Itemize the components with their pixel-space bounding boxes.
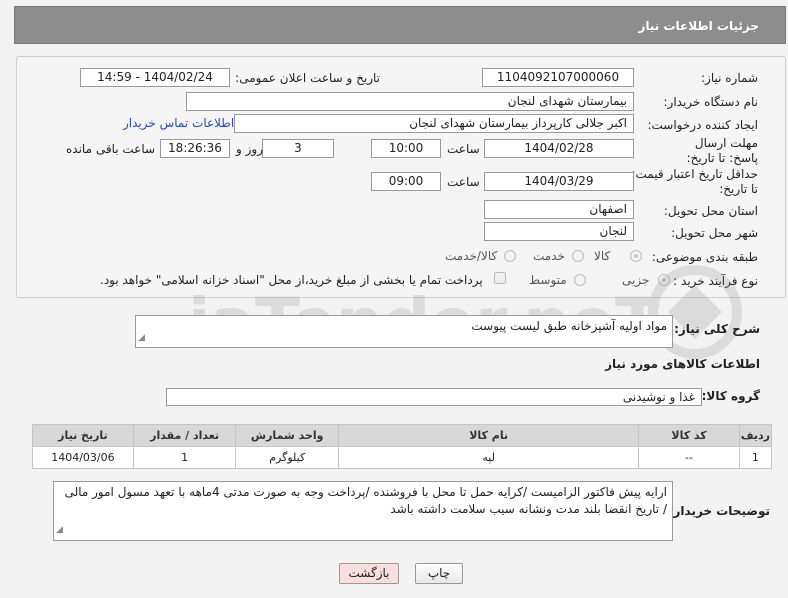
- days-field[interactable]: 3: [262, 139, 334, 158]
- remaining-time-field[interactable]: 18:26:36: [160, 139, 230, 158]
- category-service-label: خدمت: [533, 249, 565, 263]
- need-number-label: شماره نیاز:: [701, 71, 758, 85]
- col-row-header: ردیف: [738, 424, 773, 447]
- goods-group-field[interactable]: غذا و نوشیدنی: [166, 388, 702, 406]
- min-price-date-field[interactable]: 1404/03/29: [484, 172, 634, 191]
- treasury-payment-note: پرداخت تمام یا بخشی از مبلغ خرید،از محل …: [100, 273, 483, 287]
- min-price-time-label: ساعت: [447, 175, 480, 189]
- description-field[interactable]: مواد اولیه آشپزخانه طبق لیست پیوست ◢: [135, 315, 673, 348]
- goods-name-cell: لپه: [338, 446, 640, 469]
- need-date-cell: 1404/03/06: [32, 446, 134, 469]
- buyer-notes-text: ارایه پیش فاکتور الزامیست /کرایه حمل تا …: [64, 485, 667, 516]
- process-label: نوع فرآیند خرید :: [673, 274, 758, 288]
- category-both-radio[interactable]: [504, 250, 516, 262]
- quantity-cell: 1: [132, 446, 237, 469]
- province-field[interactable]: اصفهان: [484, 200, 634, 219]
- remaining-label: ساعت باقی مانده: [66, 142, 156, 156]
- goods-table-header: ردیف کد کالا نام کالا واحد شمارش تعداد /…: [32, 424, 773, 447]
- need-number-field[interactable]: 1104092107000060: [482, 68, 634, 87]
- city-field[interactable]: لنجان: [484, 222, 634, 241]
- goods-table: ردیف کد کالا نام کالا واحد شمارش تعداد /…: [32, 424, 773, 469]
- description-label: شرح کلی نیاز:: [674, 322, 760, 336]
- category-service-radio[interactable]: [572, 250, 584, 262]
- description-text: مواد اولیه آشپزخانه طبق لیست پیوست: [471, 319, 667, 333]
- goods-group-label: گروه کالا:: [701, 389, 760, 403]
- resize-grip-icon[interactable]: ◢: [56, 522, 63, 539]
- creator-label: ایجاد کننده درخواست:: [647, 118, 758, 132]
- buyer-notes-field[interactable]: ارایه پیش فاکتور الزامیست /کرایه حمل تا …: [53, 481, 673, 541]
- col-qty-header: تعداد / مقدار: [132, 424, 237, 447]
- resize-grip-icon[interactable]: ◢: [138, 330, 145, 346]
- deadline-date-field[interactable]: 1404/02/28: [484, 139, 634, 158]
- col-code-header: کد کالا: [638, 424, 740, 447]
- announce-label: تاریخ و ساعت اعلان عمومی:: [235, 71, 380, 85]
- buyer-field[interactable]: بیمارستان شهدای لنجان: [186, 92, 634, 111]
- creator-field[interactable]: اکبر جلالی کارپرداز بیمارستان شهدای لنجا…: [234, 114, 634, 133]
- process-medium-label: متوسط: [529, 273, 567, 287]
- min-price-label: حداقل تاریخ اعتبار قیمت: تا تاریخ:: [631, 167, 758, 196]
- print-button[interactable]: چاپ: [415, 563, 463, 584]
- col-date-header: تاریخ نیاز: [32, 424, 134, 447]
- city-label: شهر محل تحویل:: [671, 226, 758, 240]
- province-label: استان محل تحویل:: [663, 204, 758, 218]
- buyer-contact-link[interactable]: اطلاعات تماس خریدار: [123, 116, 234, 130]
- goods-section-heading: اطلاعات کالاهای مورد نیاز: [605, 357, 760, 371]
- treasury-payment-checkbox[interactable]: [494, 272, 506, 284]
- deadline-label: مهلت ارسال پاسخ: تا تاریخ:: [686, 136, 758, 165]
- page-title: جزئیات اطلاعات نیاز: [14, 6, 786, 44]
- process-medium-radio[interactable]: [574, 274, 586, 286]
- goods-code-cell: --: [638, 446, 740, 469]
- deadline-time-field[interactable]: 10:00: [371, 139, 441, 158]
- category-goods-radio[interactable]: [630, 250, 642, 262]
- unit-cell: کیلوگرم: [235, 446, 340, 469]
- process-partial-radio[interactable]: [658, 274, 670, 286]
- announce-datetime-field[interactable]: 1404/02/24 - 14:59: [80, 68, 230, 87]
- min-price-time-field[interactable]: 09:00: [371, 172, 441, 191]
- col-unit-header: واحد شمارش: [235, 424, 340, 447]
- category-label: طبقه بندی موضوعی:: [651, 250, 758, 264]
- back-button[interactable]: بازگشت: [339, 563, 399, 584]
- category-goods-label: کالا: [594, 249, 611, 263]
- row-number-cell: 1: [738, 446, 773, 469]
- table-row[interactable]: 1 -- لپه کیلوگرم 1 1404/03/06: [32, 446, 773, 469]
- deadline-time-label: ساعت: [447, 142, 480, 156]
- days-label: روز و: [236, 142, 263, 156]
- buyer-label: نام دستگاه خریدار:: [663, 95, 759, 109]
- col-name-header: نام کالا: [338, 424, 640, 447]
- process-partial-label: جزیی: [622, 273, 650, 287]
- buyer-notes-label: توضیحات خریدار:: [668, 504, 770, 518]
- category-both-label: کالا/خدمت: [445, 249, 498, 263]
